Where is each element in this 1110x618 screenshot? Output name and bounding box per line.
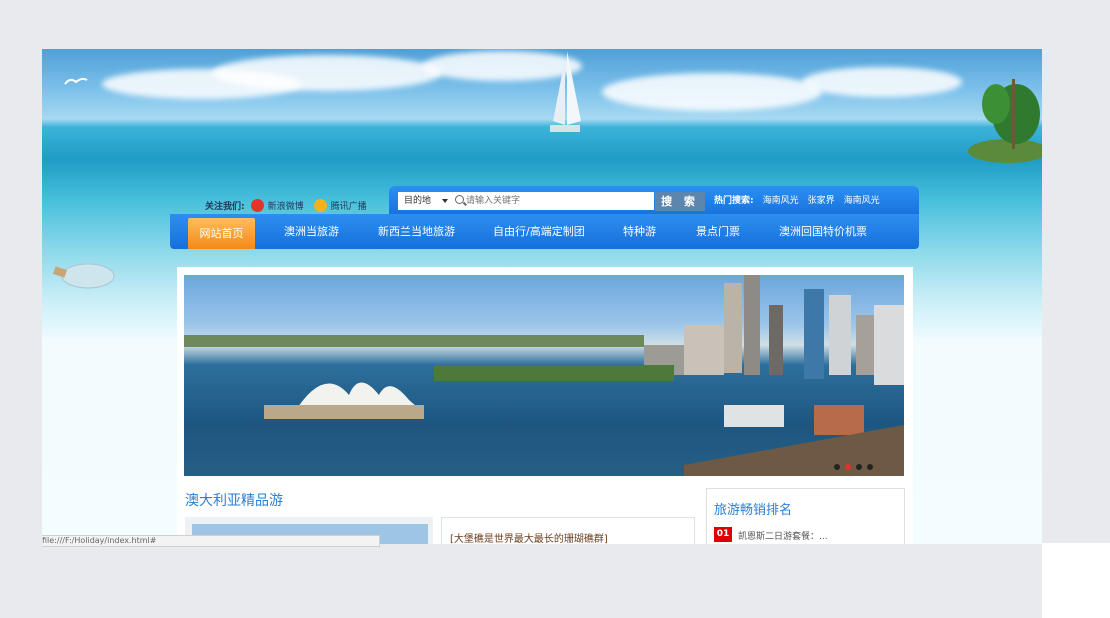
search-icon [455, 195, 464, 204]
weibo-link[interactable]: 新浪微博 [250, 198, 304, 212]
bottle-image [52, 263, 115, 289]
hot-searches: 热门搜索: 海南风光 张家界 海南风光 [714, 193, 880, 209]
browser-status-bar: file:///F:/Holiday/index.html# [42, 535, 380, 547]
section-title[interactable]: 澳大利亚精品游 [185, 490, 283, 510]
chevron-down-icon [442, 199, 448, 203]
tencent-label: 腾讯广播 [330, 201, 367, 212]
slider-dot[interactable] [856, 464, 862, 470]
tencent-link[interactable]: 腾讯广播 [313, 198, 367, 212]
nav-item-home[interactable]: 网站首页 [188, 218, 255, 249]
hot-search-link[interactable]: 张家界 [808, 193, 835, 209]
article-title[interactable]: [大堡礁是世界最大最长的珊瑚礁群] [450, 530, 608, 544]
nav-item-custom-tours[interactable]: 自由行/高端定制团 [493, 214, 585, 249]
nav-item-tickets[interactable]: 景点门票 [696, 214, 740, 249]
slider-dot[interactable] [834, 464, 840, 470]
destination-select[interactable]: 目的地 [398, 192, 452, 210]
skyline-illustration [184, 275, 904, 476]
nav-item-australia-tours[interactable]: 澳洲当旅游 [284, 214, 339, 249]
slider-dot-active[interactable] [845, 464, 851, 470]
weibo-label: 新浪微博 [267, 201, 304, 212]
ranking-title: 旅游畅销排名 [714, 503, 793, 518]
sailboat-image [550, 51, 581, 132]
cloud [602, 73, 822, 111]
hot-search-link[interactable]: 海南风光 [844, 193, 880, 209]
rank-item-link[interactable]: 凯恩斯二日游套餐：... [738, 529, 828, 542]
rank-number: 01 [714, 527, 732, 542]
article-card[interactable]: [大堡礁是世界最大最长的珊瑚礁群] [441, 517, 695, 544]
palm-island-image [968, 79, 1042, 163]
search-input[interactable] [452, 192, 654, 210]
follow-label: 关注我们: [205, 201, 245, 212]
hot-search-link[interactable]: 海南风光 [763, 193, 799, 209]
sydney-banner-image[interactable] [184, 275, 904, 476]
main-content: 澳大利亚精品游 [大堡礁是世界最大最长的珊瑚礁群] 旅游畅销排名 01 凯恩斯二… [177, 267, 913, 544]
blank-corner [1042, 543, 1110, 618]
search-button[interactable]: 搜 索 [655, 192, 705, 211]
main-nav: 网站首页 澳洲当旅游 新西兰当地旅游 自由行/高端定制团 特种游 景点门票 澳洲… [170, 214, 919, 249]
nav-item-special-tours[interactable]: 特种游 [623, 214, 656, 249]
destination-value: 目的地 [404, 196, 432, 206]
weibo-icon [250, 198, 264, 212]
webpage: 关注我们: 新浪微博 腾讯广播 目的地 搜 索 热门搜索: 海南风光 张家界 海… [42, 49, 1042, 544]
cloud [802, 67, 962, 97]
nav-item-flights[interactable]: 澳洲回国特价机票 [779, 214, 867, 249]
seagull-image [64, 77, 88, 85]
slider-dot[interactable] [867, 464, 873, 470]
follow-us-bar: 关注我们: 新浪微博 腾讯广播 [205, 194, 377, 216]
cloud [212, 55, 442, 91]
search-bar: 目的地 搜 索 热门搜索: 海南风光 张家界 海南风光 [389, 186, 919, 214]
tencent-icon [313, 198, 327, 212]
nav-item-newzealand-tours[interactable]: 新西兰当地旅游 [378, 214, 455, 249]
hot-search-label: 热门搜索: [714, 196, 754, 206]
ranking-panel: 旅游畅销排名 01 凯恩斯二日游套餐：... [706, 488, 905, 544]
